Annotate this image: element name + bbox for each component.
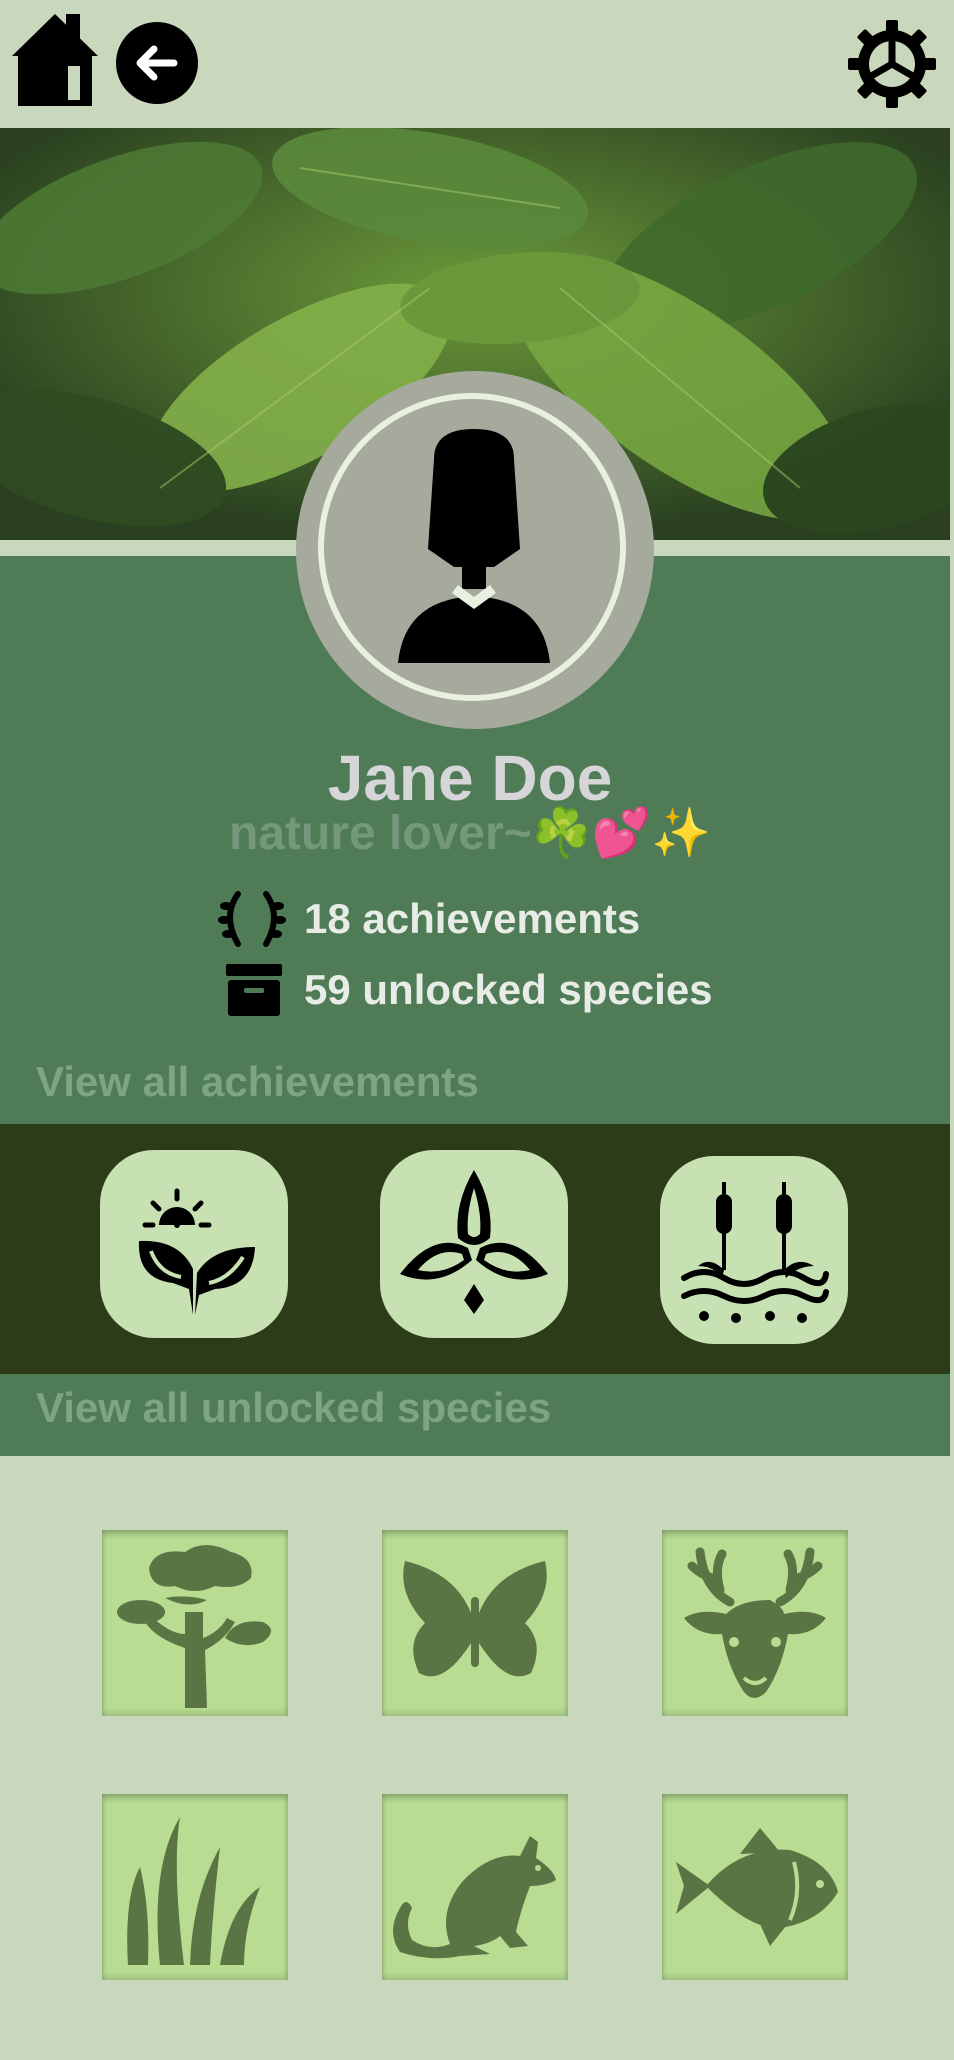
view-all-achievements-link[interactable]: View all achievements [36, 1058, 479, 1106]
species-tile[interactable] [382, 1794, 568, 1980]
avatar[interactable] [318, 393, 626, 701]
settings-button[interactable] [848, 20, 936, 108]
tree-icon [117, 1545, 271, 1708]
view-all-species-link[interactable]: View all unlocked species [36, 1384, 551, 1432]
species-tile[interactable] [662, 1794, 848, 1980]
home-icon [12, 14, 98, 106]
gear-icon [848, 20, 936, 108]
rat-icon [393, 1836, 556, 1959]
species-count: 59 unlocked species [304, 966, 713, 1013]
sun-plant-icon [138, 1188, 255, 1315]
deer-icon [684, 1547, 826, 1698]
laurel-wreath-icon [218, 891, 286, 947]
species-tile[interactable] [382, 1530, 568, 1716]
achievement-badge[interactable] [660, 1156, 848, 1344]
fish-icon [676, 1828, 838, 1946]
achievement-badge[interactable] [380, 1150, 568, 1338]
species-tile[interactable] [102, 1530, 288, 1716]
trillium-flower-icon [400, 1170, 548, 1314]
species-stat: 59 unlocked species [224, 962, 713, 1018]
species-tile[interactable] [662, 1530, 848, 1716]
back-button[interactable] [116, 22, 198, 104]
achievements-count: 18 achievements [304, 895, 641, 942]
profile-tagline: nature lover~☘️💕✨ [228, 807, 712, 860]
wetland-cattail-icon [681, 1182, 829, 1323]
species-tile[interactable] [102, 1794, 288, 1980]
achievements-stat: 18 achievements [218, 886, 640, 952]
person-icon [398, 429, 550, 663]
grass-icon [127, 1817, 260, 1965]
archive-box-icon [226, 964, 282, 1016]
arrow-left-icon [136, 45, 178, 81]
achievement-badge[interactable] [100, 1150, 288, 1338]
butterfly-icon [403, 1561, 547, 1677]
home-button[interactable] [10, 10, 100, 108]
